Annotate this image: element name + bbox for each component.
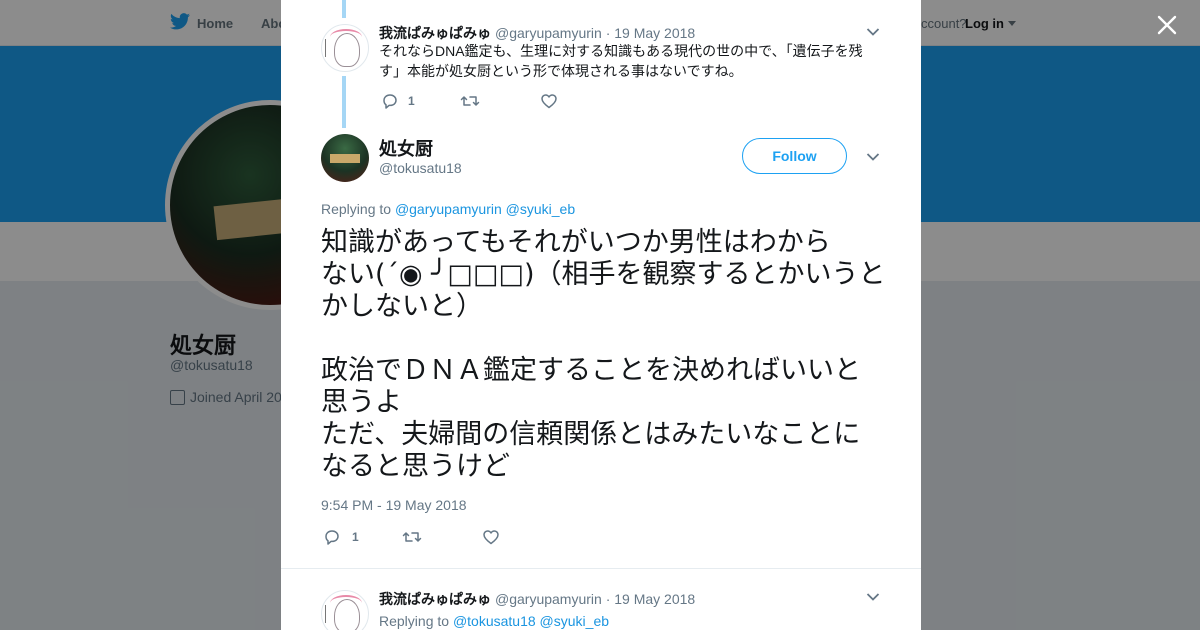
tweet-header: 我流ぱみゅぱみゅ @garyupamyurin · 19 May 2018 [379,589,695,609]
author-name[interactable]: 我流ぱみゅぱみゅ [379,25,491,41]
author-name[interactable]: 処女厨 [379,135,433,161]
tweet-text: 知識があってもそれがいつか男性はわから ない(´◉ ╯□□□)（相手を観察すると… [321,227,886,482]
heart-icon [541,94,557,109]
chevron-down-icon[interactable] [866,592,880,602]
reply-button[interactable]: 1 [323,528,359,548]
avatar[interactable] [321,134,369,182]
tweet-text-line: それならDNA鑑定も、生理に対する知識もある現代の世の中で、「遺伝子を残 [379,43,863,59]
avatar[interactable] [321,24,369,72]
avatar[interactable] [321,590,369,630]
tweet-date[interactable]: · 19 May 2018 [606,591,696,607]
replying-prefix: Replying to [379,613,450,629]
retweet-button[interactable] [460,92,480,112]
mention-link[interactable]: @garyupamyurin [395,201,502,217]
reply-icon [325,530,339,545]
tweet-header: 我流ぱみゅぱみゅ @garyupamyurin · 19 May 2018 [379,23,695,43]
divider [281,568,921,569]
author-handle[interactable]: @garyupamyurin [495,591,602,607]
author-handle[interactable]: @tokusatu18 [379,160,462,176]
reply-count: 1 [352,530,359,544]
tweet-text: それならDNA鑑定も、生理に対する知識もある現代の世の中で、「遺伝子を残 す」本… [379,41,863,81]
thread-line [342,0,346,18]
tweet-date[interactable]: · 19 May 2018 [606,25,696,41]
reply-count: 1 [408,94,415,108]
follow-button[interactable]: Follow [742,138,847,174]
thread-line [342,76,346,128]
author-handle[interactable]: @garyupamyurin [495,25,602,41]
tweet-text-line: す」本能が処女厨という形で体現される事はないですね。 [379,63,743,79]
like-button[interactable] [482,528,500,548]
mention-link[interactable]: @syuki_eb [540,613,609,629]
tweet-permalink-modal: 我流ぱみゅぱみゅ @garyupamyurin · 19 May 2018 それな… [281,0,921,630]
retweet-button[interactable] [402,528,422,548]
chevron-down-icon[interactable] [866,152,880,162]
chevron-down-icon[interactable] [866,27,880,37]
heart-icon [483,530,499,545]
tweet-timestamp[interactable]: 9:54 PM - 19 May 2018 [321,497,467,513]
mention-link[interactable]: @syuki_eb [506,201,575,217]
retweet-icon [402,532,422,542]
retweet-icon [460,96,480,106]
replying-to: Replying to @garyupamyurin @syuki_eb [321,201,575,217]
reply-button[interactable]: 1 [381,92,415,112]
replying-to: Replying to @tokusatu18 @syuki_eb [379,613,609,629]
mention-link[interactable]: @tokusatu18 [453,613,536,629]
reply-icon [383,94,397,109]
like-button[interactable] [540,92,558,112]
author-name[interactable]: 我流ぱみゅぱみゅ [379,591,491,607]
replying-prefix: Replying to [321,201,392,217]
close-icon[interactable] [1154,12,1180,38]
